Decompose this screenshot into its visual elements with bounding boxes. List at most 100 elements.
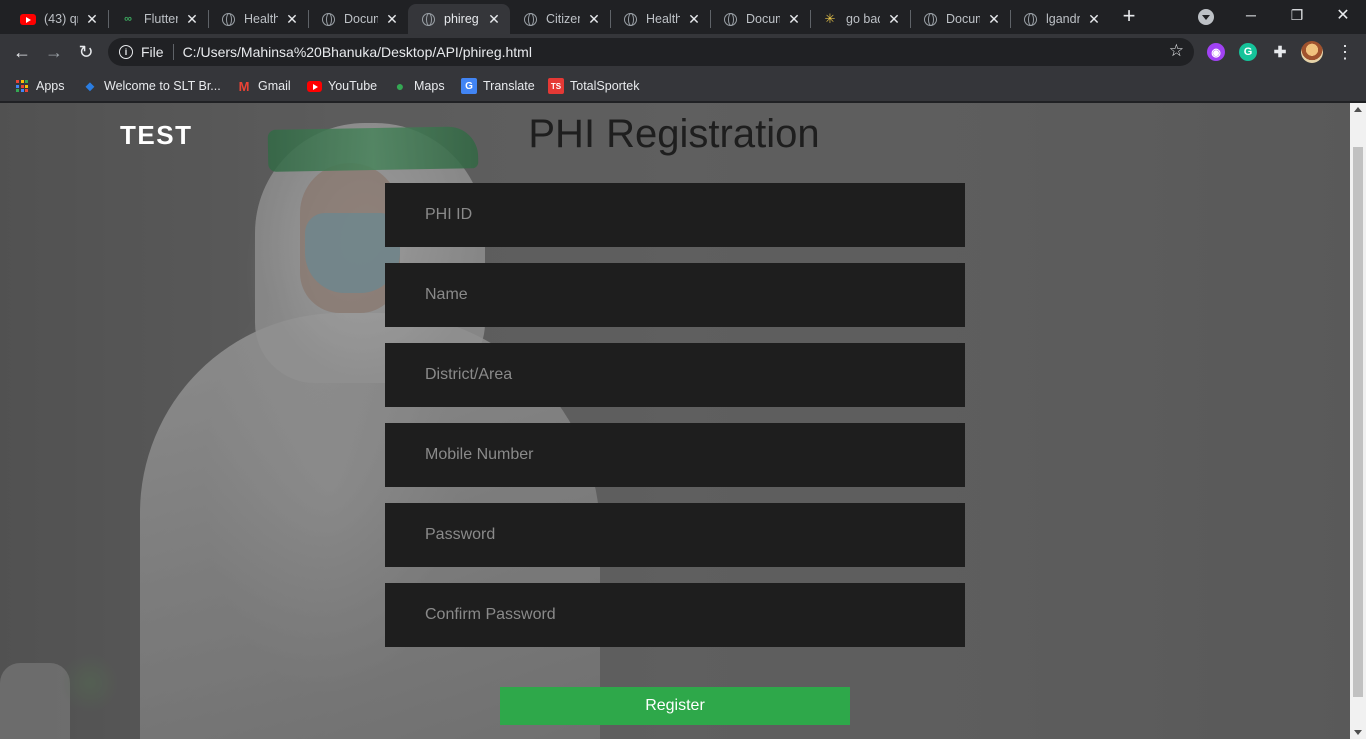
- browser-toolbar: ← → ↻ i File C:/Users/Mahinsa%20Bhanuka/…: [0, 34, 1366, 70]
- tab-health[interactable]: Health ✕: [208, 4, 308, 34]
- bookmark-apps[interactable]: Apps: [14, 75, 65, 97]
- globe-icon: [722, 11, 738, 27]
- name-field: [385, 263, 965, 327]
- bookmark-translate[interactable]: G Translate: [461, 75, 535, 97]
- bookmark-gmail[interactable]: M Gmail: [236, 75, 291, 97]
- bookmark-label: Translate: [483, 79, 535, 93]
- bookmark-slt[interactable]: ⬥ Welcome to SLT Br...: [82, 75, 221, 97]
- tab-title: go bac: [846, 12, 880, 26]
- globe-icon: [922, 11, 938, 27]
- bookmark-label: Welcome to SLT Br...: [104, 79, 221, 93]
- bookmark-label: Maps: [414, 79, 445, 93]
- forward-arrow-icon[interactable]: →: [42, 40, 66, 64]
- bookmark-maps[interactable]: ● Maps: [392, 75, 445, 97]
- tab-title: phireg: [444, 12, 479, 26]
- close-icon[interactable]: ✕: [384, 11, 400, 27]
- password-input[interactable]: [425, 526, 965, 544]
- tab-youtube-qr[interactable]: (43) qr ✕: [8, 4, 108, 34]
- bookmark-youtube[interactable]: YouTube: [306, 75, 377, 97]
- address-url[interactable]: C:/Users/Mahinsa%20Bhanuka/Desktop/API/p…: [183, 44, 532, 60]
- password-field: [385, 503, 965, 567]
- back-arrow-icon[interactable]: ←: [10, 40, 34, 64]
- tab-health-2[interactable]: Health ✕: [610, 4, 710, 34]
- bookmark-label: Gmail: [258, 79, 291, 93]
- register-button[interactable]: Register: [500, 687, 850, 725]
- tab-document-2[interactable]: Docum ✕: [710, 4, 810, 34]
- tab-document[interactable]: Docum ✕: [308, 4, 408, 34]
- scroll-down-arrow-icon[interactable]: [1354, 730, 1362, 735]
- tab-citizen[interactable]: Citizen ✕: [510, 4, 610, 34]
- bookmark-totalsportek[interactable]: TS TotalSportek: [548, 75, 639, 97]
- window-close-icon[interactable]: ✕: [1320, 0, 1366, 30]
- tab-title: Citizen: [546, 12, 580, 26]
- close-icon[interactable]: ✕: [84, 11, 100, 27]
- maps-pin-icon: ●: [395, 78, 405, 94]
- mobile-number-input[interactable]: [425, 446, 965, 464]
- globe-icon: [320, 11, 336, 27]
- address-scheme-label: File: [141, 44, 164, 60]
- district-area-field: [385, 343, 965, 407]
- globe-icon: [1022, 11, 1038, 27]
- tab-title: Docum: [946, 12, 980, 26]
- globe-icon: [522, 11, 538, 27]
- address-bar[interactable]: i File C:/Users/Mahinsa%20Bhanuka/Deskto…: [108, 38, 1194, 66]
- tab-title: Docum: [746, 12, 780, 26]
- close-icon[interactable]: ✕: [1086, 11, 1102, 27]
- scroll-up-arrow-icon[interactable]: [1354, 107, 1362, 112]
- tab-title: Flutter: [144, 12, 178, 26]
- district-area-input[interactable]: [425, 366, 965, 384]
- page-title-text: PHI Registration: [528, 112, 820, 156]
- tab-title: Health: [646, 12, 680, 26]
- close-icon[interactable]: ✕: [284, 11, 300, 27]
- extension-purple-icon[interactable]: ◉: [1207, 43, 1225, 61]
- minimize-icon[interactable]: ─: [1228, 0, 1274, 30]
- name-input[interactable]: [425, 286, 965, 304]
- tab-lgandr[interactable]: lgandr ✕: [1010, 4, 1110, 34]
- tab-go-back[interactable]: ✳ go bac ✕: [810, 4, 910, 34]
- bookmarks-bar: Apps ⬥ Welcome to SLT Br... M Gmail YouT…: [0, 70, 1366, 102]
- page-title: PHI Registration: [0, 112, 1350, 157]
- confirm-password-field: [385, 583, 965, 647]
- close-icon[interactable]: ✕: [486, 11, 502, 27]
- globe-icon: [622, 11, 638, 27]
- apps-grid-icon: [14, 78, 30, 94]
- star-burst-icon: ✳: [824, 11, 836, 26]
- close-icon[interactable]: ✕: [586, 11, 602, 27]
- gmail-icon: M: [238, 78, 250, 94]
- grammarly-icon[interactable]: G: [1239, 43, 1257, 61]
- reload-icon[interactable]: ↻: [74, 40, 98, 64]
- info-icon[interactable]: i: [119, 45, 133, 59]
- close-icon[interactable]: ✕: [986, 11, 1002, 27]
- tab-search-icon[interactable]: [1198, 9, 1214, 25]
- translate-icon: G: [461, 78, 477, 94]
- globe-icon: [420, 11, 436, 27]
- restore-icon[interactable]: ❐: [1274, 0, 1320, 30]
- confirm-password-input[interactable]: [425, 606, 965, 624]
- tab-title: lgandr: [1046, 12, 1080, 26]
- totalsportek-icon: TS: [548, 78, 564, 94]
- close-icon[interactable]: ✕: [686, 11, 702, 27]
- globe-icon: [220, 11, 236, 27]
- tab-document-3[interactable]: Docum ✕: [910, 4, 1010, 34]
- tab-phireg-active[interactable]: phireg ✕: [408, 4, 510, 34]
- extensions-puzzle-icon[interactable]: ✚: [1271, 43, 1289, 61]
- tab-flutter[interactable]: ∞ Flutter ✕: [108, 4, 208, 34]
- youtube-icon: [20, 11, 36, 27]
- bookmark-star-icon[interactable]: ☆: [1169, 41, 1184, 61]
- close-icon[interactable]: ✕: [886, 11, 902, 27]
- tab-title: Docum: [344, 12, 378, 26]
- flutter-icon: ∞: [124, 13, 132, 25]
- new-tab-plus-icon[interactable]: +: [1118, 5, 1140, 28]
- more-menu-icon[interactable]: ⋮: [1336, 42, 1354, 62]
- profile-avatar[interactable]: [1301, 41, 1323, 63]
- address-divider: [172, 44, 174, 60]
- scroll-thumb[interactable]: [1353, 147, 1363, 697]
- close-icon[interactable]: ✕: [786, 11, 802, 27]
- phi-id-input[interactable]: [425, 206, 965, 224]
- mobile-number-field: [385, 423, 965, 487]
- close-icon[interactable]: ✕: [184, 11, 200, 27]
- bookmark-label: TotalSportek: [570, 79, 640, 93]
- page-scrollbar[interactable]: [1350, 103, 1366, 739]
- bookmark-label: YouTube: [328, 79, 378, 93]
- bookmark-label: Apps: [36, 79, 65, 93]
